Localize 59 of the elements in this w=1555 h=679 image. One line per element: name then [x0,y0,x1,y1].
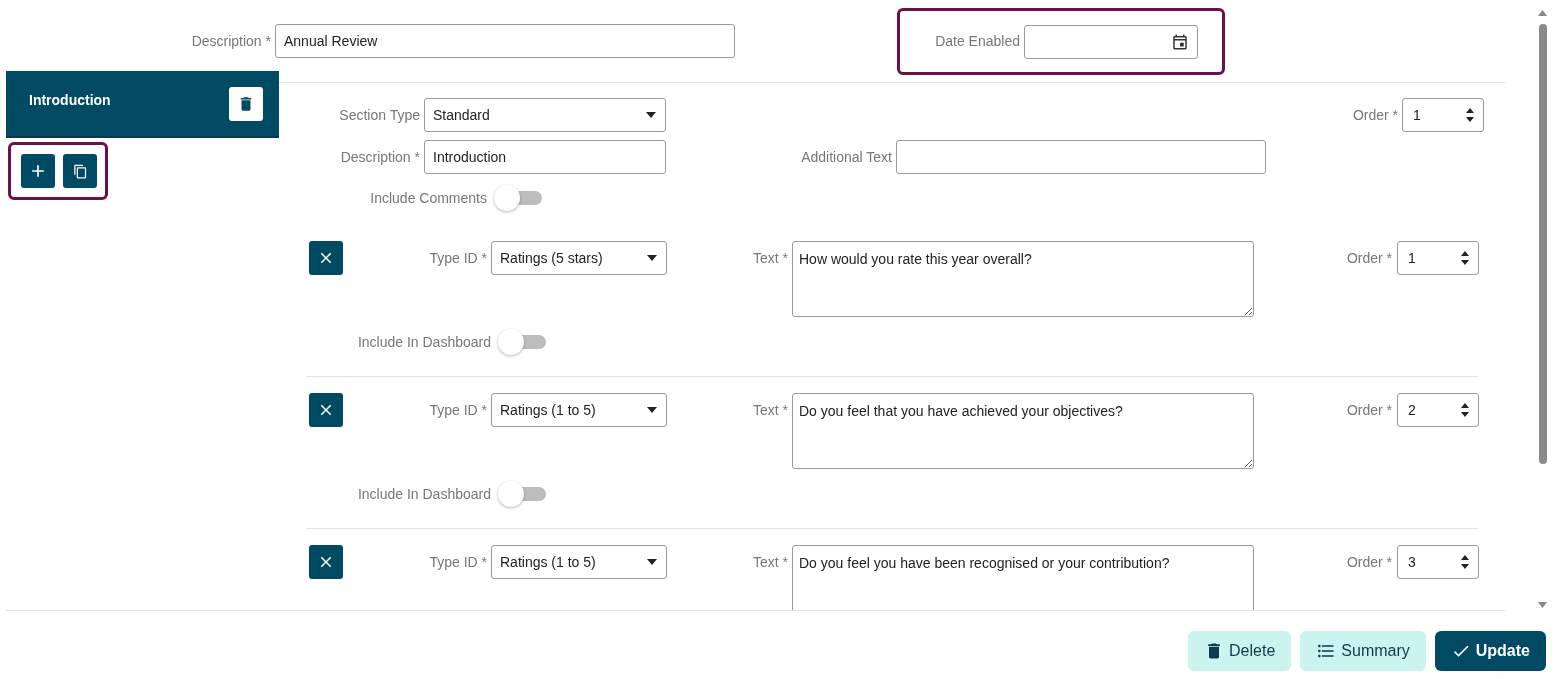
update-button[interactable]: Update [1434,631,1546,671]
spinner-icon [1460,402,1470,418]
field-label: Type ID * [429,248,487,268]
remove-question-button[interactable] [309,545,343,579]
caret-icon [647,255,657,261]
date-field[interactable] [1024,24,1198,59]
dropdown-field[interactable]: Ratings (1 to 5) [491,393,667,427]
field-label: Description * [191,31,271,51]
dropdown-field[interactable]: Standard [424,98,666,132]
field-label: Include In Dashboard [357,332,491,352]
field-label: Order * [1346,248,1392,268]
field-label: Order * [1346,552,1392,572]
toggle-switch[interactable] [498,329,546,355]
field-label: Text * [753,553,788,572]
remove-question-button[interactable] [309,241,343,275]
spinner-icon [1465,107,1475,123]
scrollbar-thumb[interactable] [1538,24,1547,464]
scroll-down-icon[interactable] [1538,602,1547,608]
toggle-switch[interactable] [498,481,546,507]
field-label: Order * [1352,105,1398,125]
add-button[interactable] [21,154,55,188]
text-field[interactable] [896,140,1266,174]
caret-icon [647,407,657,413]
field-label: Additional Text [801,147,892,167]
number-field[interactable]: 3 [1397,545,1479,579]
scroll-up-icon[interactable] [1538,10,1547,16]
remove-question-button[interactable] [309,393,343,427]
delete-button[interactable]: Delete [1188,631,1292,671]
copy-icon [72,163,88,179]
field-label: Description * [340,147,420,167]
spinner-icon [1460,554,1470,570]
summary-button[interactable]: Summary [1300,631,1426,671]
number-field[interactable]: 1 [1397,241,1479,275]
field-label: Text * [753,401,788,420]
field-label: Text * [753,249,788,268]
field-label: Type ID * [429,400,487,420]
dropdown-field[interactable]: Ratings (5 stars) [491,241,667,275]
caret-icon [646,112,656,118]
number-field[interactable]: 1 [1402,98,1484,132]
text-field[interactable]: Introduction [424,140,666,174]
spinner-icon [1460,250,1470,266]
question-text-area[interactable]: Do you feel that you have achieved your objectives? [792,393,1254,469]
number-field[interactable]: 2 [1397,393,1479,427]
section-item[interactable]: Introduction [6,71,279,138]
delete-section-button[interactable] [229,87,263,121]
field-label: Include Comments [370,188,487,208]
question-text-area[interactable]: How would you rate this year overall? [792,241,1254,317]
field-label: Type ID * [429,552,487,572]
calendar-icon [1171,32,1189,51]
field-label: Include In Dashboard [357,484,491,504]
field-label: Order * [1346,400,1392,420]
question-text-area[interactable]: Do you feel you have been recognised or your contribution? [792,545,1254,610]
copy-button[interactable] [63,154,97,188]
dropdown-field[interactable]: Ratings (1 to 5) [491,545,667,579]
caret-icon [647,559,657,565]
text-field[interactable]: Annual Review [275,24,735,58]
toggle-switch[interactable] [494,185,542,211]
field-label: Date Enabled [935,32,1020,51]
field-label: Section Type [339,105,420,125]
